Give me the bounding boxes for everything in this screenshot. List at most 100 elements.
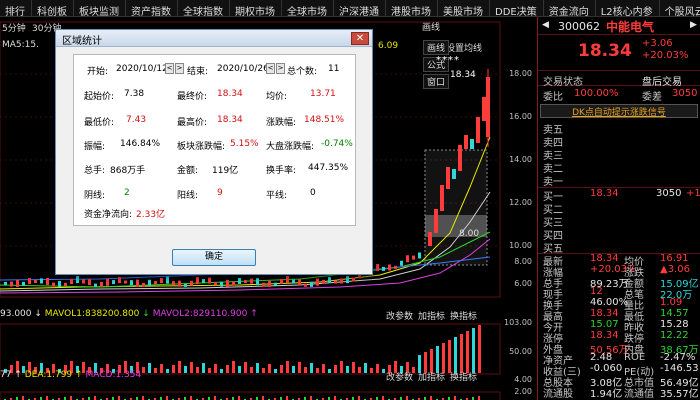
candle — [352, 277, 355, 282]
volume-bar — [472, 328, 475, 373]
volume-bar — [460, 334, 463, 373]
macd-bar — [70, 396, 72, 400]
ask-row: 卖三 — [538, 147, 700, 162]
vol-param-button[interactable]: 改参数 — [386, 309, 413, 322]
stat-value: -2.47% — [660, 352, 696, 363]
macd-switch-indicator-button[interactable]: 换指标 — [450, 370, 477, 383]
menu-item[interactable]: 美股市场 — [438, 0, 490, 18]
candle — [82, 279, 85, 284]
vol-switch-indicator-button[interactable]: 换指标 — [450, 309, 477, 322]
price-tick: 14.00 — [509, 155, 532, 164]
dialog-title[interactable]: 区域统计 — [56, 30, 372, 47]
macd-prefix: 77 — [0, 370, 12, 380]
macd-param-button[interactable]: 改参数 — [386, 370, 413, 383]
menu-item[interactable]: 期权市场 — [230, 0, 282, 18]
stat-value: 18.34 — [590, 253, 619, 264]
price-tick: 18.00 — [509, 69, 532, 78]
candle — [262, 282, 265, 287]
macd-bar — [238, 396, 240, 400]
open-value: 7.38 — [124, 89, 145, 99]
candle — [166, 276, 169, 284]
market-chg-value: -0.74% — [321, 139, 353, 149]
candle — [130, 280, 133, 286]
menu-item[interactable]: 全球市场 — [282, 0, 334, 18]
candle — [256, 278, 259, 286]
ask-book: 卖五 卖四 卖三 卖二 卖一 — [538, 121, 700, 188]
tab-window[interactable]: 窗口 — [423, 74, 450, 89]
close-icon[interactable]: ✕ — [351, 32, 369, 45]
kline-chart-area[interactable]: 5分钟 30分钟 MA5:15. 6.09 设置均线 ▾ 画线 画线 公式 窗口… — [0, 17, 535, 400]
candle — [298, 279, 301, 286]
end-label: 结束: — [187, 67, 209, 77]
candle — [328, 277, 331, 284]
start-prev-button[interactable]: < — [165, 63, 174, 74]
end-prev-button[interactable]: < — [266, 63, 275, 74]
candle — [100, 281, 103, 287]
arrow-left-icon[interactable]: ◀ — [542, 20, 549, 30]
end-next-button[interactable]: > — [276, 63, 285, 74]
macd-bar — [142, 396, 144, 400]
candle — [58, 280, 61, 287]
vol-add-indicator-button[interactable]: 加指标 — [418, 309, 445, 322]
stat-value: ▲3.06 — [660, 264, 690, 275]
macd-bar — [334, 396, 336, 400]
volume-bar — [328, 369, 331, 373]
volume-bar — [226, 365, 229, 373]
arrow-up-icon: ↑ — [250, 309, 258, 319]
price-change-pct: +20.03% — [642, 50, 689, 61]
candle — [76, 276, 79, 284]
candle — [52, 282, 55, 287]
dk-signal-link[interactable]: DK点自动提示涨跌信号 — [572, 108, 666, 118]
volume-bar — [184, 366, 187, 373]
candle — [190, 280, 193, 286]
amount-value: 119亿 — [212, 166, 239, 176]
candle — [226, 279, 229, 287]
candle — [22, 281, 25, 286]
volume-bar — [244, 362, 247, 373]
menu-item[interactable]: 排行 — [0, 0, 32, 18]
candle — [304, 283, 307, 287]
stat-value: 2.48 — [590, 352, 613, 363]
volume-bar — [142, 367, 145, 373]
menu-item[interactable]: 板块监测 — [74, 0, 126, 18]
stat-value: 15.07 — [590, 319, 619, 330]
volume-bar — [166, 369, 169, 373]
menu-item[interactable]: 沪深港通 — [334, 0, 386, 18]
tab-drawline[interactable]: 画线 — [422, 20, 440, 33]
high-value: 18.34 — [217, 115, 243, 125]
ok-button[interactable]: 确定 — [172, 249, 256, 266]
period-label[interactable]: 5分钟 — [2, 21, 26, 34]
macd-add-indicator-button[interactable]: 加指标 — [418, 370, 445, 383]
menu-item[interactable]: 资产指数 — [126, 0, 178, 18]
volume-bar — [310, 363, 313, 373]
candle — [94, 283, 97, 287]
tab-drawline-btn[interactable]: 画线 — [423, 40, 450, 55]
candle — [10, 281, 13, 287]
menu-item[interactable]: 港股市场 — [386, 0, 438, 18]
turnover-label: 换手率: — [266, 166, 297, 176]
candle — [196, 276, 199, 284]
candle — [4, 282, 7, 285]
menu-item[interactable]: DDE决策 — [490, 0, 544, 18]
volume-bar — [154, 368, 157, 373]
volume-bar — [214, 364, 217, 373]
menu-item[interactable]: 科创板 — [32, 0, 74, 18]
menu-item[interactable]: 资金流向 — [544, 0, 596, 18]
stat-label: ROE — [624, 352, 646, 363]
volume-bar — [232, 361, 235, 373]
ask-row: 卖一 — [538, 173, 700, 188]
arrow-right-icon[interactable]: ▶ — [690, 20, 697, 30]
menu-item[interactable]: L2核心内参 — [596, 0, 660, 18]
amount-label: 金额: — [177, 166, 199, 176]
vol-tick: 103.00 — [504, 318, 532, 327]
stat-value: 14.57 — [660, 308, 689, 319]
volume-bar — [322, 364, 325, 373]
turnover-value: 447.35% — [308, 163, 349, 173]
ask-row: 卖二 — [538, 160, 700, 175]
stock-code: 300062 — [558, 20, 600, 33]
start-next-button[interactable]: > — [175, 63, 184, 74]
menu-item[interactable]: 个股风云 — [660, 0, 700, 18]
price-tick: 12.00 — [509, 198, 532, 207]
candle — [382, 266, 385, 271]
menu-item[interactable]: 全球指数 — [178, 0, 230, 18]
